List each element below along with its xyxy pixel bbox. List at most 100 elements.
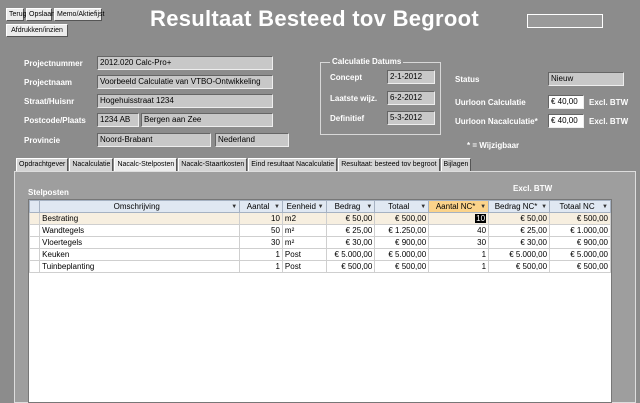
cell-eenheid[interactable]: m²	[281, 236, 327, 249]
cell-totaal-nc[interactable]: € 5.000,00	[549, 248, 611, 261]
row-selector[interactable]	[28, 260, 41, 273]
tab-eind-resultaat[interactable]: Eind resultaat Nacalculatie	[248, 158, 338, 171]
cell-aantal[interactable]: 50	[239, 224, 283, 237]
provincie-field[interactable]: Noord-Brabant	[97, 133, 211, 147]
chevron-down-icon[interactable]: ▼	[602, 202, 608, 212]
laatste-wijz-label: Laatste wijz.	[330, 94, 378, 103]
cell-totaal[interactable]: € 900,00	[374, 236, 430, 249]
cell-eenheid[interactable]: Post	[281, 260, 327, 273]
col-bedrag[interactable]: Bedrag ▼	[325, 200, 376, 213]
memo-aktielijst-button[interactable]: Memo/Aktiefijst	[54, 8, 104, 21]
plaats-field[interactable]: Bergen aan Zee	[141, 113, 273, 127]
tab-resultaat-besteed[interactable]: Resultaat: besteed tov begroot	[338, 158, 440, 171]
col-totaal[interactable]: Totaal ▼	[374, 200, 430, 213]
status-field[interactable]: Nieuw	[548, 72, 624, 86]
cell-aantal-nc[interactable]: 40	[428, 224, 490, 237]
cell-bedrag-nc[interactable]: € 25,00	[488, 224, 551, 237]
cell-aantal-nc[interactable]: 1	[428, 248, 490, 261]
cell-aantal[interactable]: 30	[239, 236, 283, 249]
terug-button[interactable]: Terug	[6, 8, 27, 21]
cell-bedrag-nc[interactable]: € 30,00	[488, 236, 551, 249]
cell-omschrijving[interactable]: Bestrating	[39, 212, 241, 225]
tab-bar: Opdrachtgever Nacalculatie Nacalc-Stelpo…	[16, 158, 472, 172]
tab-opdrachtgever[interactable]: Opdrachtgever	[16, 158, 69, 171]
stelposten-grid[interactable]: Omschrijving ▼ Aantal ▼ Eenheid ▼ Bedrag ▼ T…	[28, 199, 612, 403]
chevron-down-icon[interactable]: ▼	[480, 202, 486, 212]
uurloon-nacalculatie-field[interactable]: € 40,00	[548, 114, 584, 128]
col-totaal-label: Totaal	[388, 201, 410, 211]
cell-aantal-nc[interactable]: 10	[428, 212, 490, 225]
uurloon-calculatie-label: Uurloon Calculatie	[455, 98, 526, 107]
cell-aantal[interactable]: 1	[239, 260, 283, 273]
cell-aantal-nc-editor[interactable]: 10	[475, 213, 487, 223]
opslaan-button[interactable]: Opslaan	[26, 8, 55, 21]
cell-omschrijving[interactable]: Tuinbeplanting	[39, 260, 241, 273]
table-row[interactable]: Keuken 1 Post € 5.000,00 € 5.000,00 1 € …	[28, 248, 611, 261]
col-omschrijving[interactable]: Omschrijving ▼	[39, 200, 241, 213]
cell-totaal-nc[interactable]: € 900,00	[549, 236, 611, 249]
tab-nacalc-stelposten[interactable]: Nacalc-Stelposten	[114, 158, 178, 172]
chevron-down-icon[interactable]: ▼	[318, 202, 324, 212]
cell-totaal[interactable]: € 500,00	[374, 212, 430, 225]
row-selector[interactable]	[28, 248, 41, 261]
table-row[interactable]: Wandtegels 50 m² € 25,00 € 1.250,00 40 €…	[28, 224, 611, 237]
row-selector[interactable]	[28, 224, 41, 237]
table-row[interactable]: Tuinbeplanting 1 Post € 500,00 € 500,00 …	[28, 260, 611, 273]
row-selector-header[interactable]	[28, 200, 41, 213]
projectnaam-label: Projectnaam	[24, 78, 73, 87]
cell-omschrijving[interactable]: Wandtegels	[39, 224, 241, 237]
tab-bijlagen[interactable]: Bijlagen	[440, 158, 472, 171]
provincie-label: Provincie	[24, 136, 61, 145]
cell-aantal[interactable]: 1	[239, 248, 283, 261]
afdrukken-button[interactable]: Afdrukken/inzien	[6, 24, 68, 37]
land-field[interactable]: Nederland	[215, 133, 289, 147]
cell-bedrag-nc[interactable]: € 50,00	[488, 212, 551, 225]
cell-bedrag[interactable]: € 5.000,00	[325, 248, 376, 261]
cell-totaal[interactable]: € 5.000,00	[374, 248, 430, 261]
cell-bedrag[interactable]: € 30,00	[325, 236, 376, 249]
cell-eenheid[interactable]: Post	[281, 248, 327, 261]
cell-eenheid[interactable]: m2	[281, 212, 327, 225]
chevron-down-icon[interactable]: ▼	[231, 202, 237, 212]
chevron-down-icon[interactable]: ▼	[420, 202, 426, 212]
uurloon-nacalculatie-label: Uurloon Nacalculatie*	[455, 117, 538, 126]
col-bedrag-nc[interactable]: Bedrag NC* ▼	[488, 200, 551, 213]
cell-aantal-nc[interactable]: 1	[428, 260, 490, 273]
cell-totaal-nc[interactable]: € 1.000,00	[549, 224, 611, 237]
cell-totaal-nc[interactable]: € 500,00	[549, 212, 611, 225]
table-row[interactable]: Bestrating 10 m2 € 50,00 € 500,00 10 € 5…	[28, 212, 611, 225]
laatste-wijz-field[interactable]: 6-2-2012	[387, 91, 435, 105]
cell-bedrag-nc[interactable]: € 500,00	[488, 260, 551, 273]
cell-eenheid[interactable]: m²	[281, 224, 327, 237]
row-selector[interactable]	[28, 236, 41, 249]
chevron-down-icon[interactable]: ▼	[366, 202, 372, 212]
tab-nacalc-staartkosten[interactable]: Nacalc-Staartkosten	[178, 158, 248, 171]
uurloon-calculatie-field[interactable]: € 40,00	[548, 95, 584, 109]
cell-bedrag-nc[interactable]: € 5.000,00	[488, 248, 551, 261]
projectnummer-field[interactable]: 2012.020 Calc-Pro+	[97, 56, 273, 70]
straat-field[interactable]: Hogehuisstraat 1234	[97, 94, 273, 108]
row-selector[interactable]	[28, 212, 41, 225]
col-aantal[interactable]: Aantal ▼	[239, 200, 283, 213]
cell-bedrag[interactable]: € 500,00	[325, 260, 376, 273]
cell-bedrag[interactable]: € 50,00	[325, 212, 376, 225]
cell-omschrijving[interactable]: Keuken	[39, 248, 241, 261]
cell-aantal[interactable]: 10	[239, 212, 283, 225]
chevron-down-icon[interactable]: ▼	[274, 202, 280, 212]
col-eenheid[interactable]: Eenheid ▼	[281, 200, 327, 213]
projectnaam-field[interactable]: Voorbeeld Calculatie van VTBO-Ontwikkeli…	[97, 75, 273, 89]
postcode-field[interactable]: 1234 AB	[97, 113, 139, 127]
cell-totaal[interactable]: € 500,00	[374, 260, 430, 273]
cell-omschrijving[interactable]: Vloertegels	[39, 236, 241, 249]
col-aantal-nc[interactable]: Aantal NC* ▼	[428, 200, 490, 213]
chevron-down-icon[interactable]: ▼	[541, 202, 547, 212]
concept-field[interactable]: 2-1-2012	[387, 70, 435, 84]
cell-aantal-nc[interactable]: 30	[428, 236, 490, 249]
cell-totaal[interactable]: € 1.250,00	[374, 224, 430, 237]
cell-bedrag[interactable]: € 25,00	[325, 224, 376, 237]
tab-nacalculatie[interactable]: Nacalculatie	[69, 158, 114, 171]
col-totaal-nc[interactable]: Totaal NC ▼	[549, 200, 611, 213]
cell-totaal-nc[interactable]: € 500,00	[549, 260, 611, 273]
table-row[interactable]: Vloertegels 30 m² € 30,00 € 900,00 30 € …	[28, 236, 611, 249]
definitief-field[interactable]: 5-3-2012	[387, 111, 435, 125]
